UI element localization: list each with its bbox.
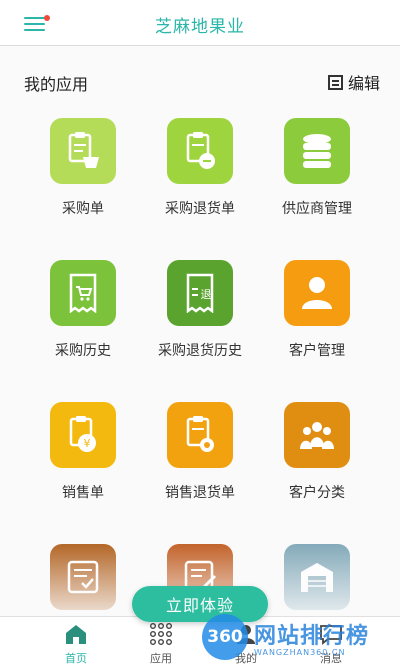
app-tile-customer-category[interactable]: 客户分类 (252, 402, 382, 512)
app-label: 采购退货单 (165, 201, 235, 217)
tab-apps[interactable]: 应用 (121, 617, 201, 666)
tab-label: 首页 (65, 652, 87, 665)
app-header: 芝麻地果业 (0, 0, 400, 46)
app-tile-sales-order[interactable]: ¥ 销售单 (18, 402, 148, 512)
app-label: 销售单 (62, 485, 104, 501)
svg-text:¥: ¥ (84, 437, 91, 450)
app-label: 采购退货历史 (158, 343, 242, 359)
tab-home[interactable]: 首页 (36, 617, 116, 666)
app-tile-sales-return[interactable]: 销售退货单 (135, 402, 265, 512)
app-label: 客户分类 (289, 485, 345, 501)
clipboard-return-icon (167, 402, 233, 468)
edit-label: 编辑 (347, 74, 380, 93)
app-label: 销售退货单 (165, 485, 235, 501)
app-tile-purchase-history[interactable]: 采购历史 (18, 260, 148, 370)
edit-icon (327, 74, 343, 90)
app-tile-customer-management[interactable]: 客户管理 (252, 260, 382, 370)
watermark-badge: 360 (202, 614, 248, 660)
app-tile-purchase-return-history[interactable]: 退 采购退货历史 (135, 260, 265, 370)
receipt-cart-icon (50, 260, 116, 326)
section-title: 我的应用 (24, 75, 89, 94)
svg-text:退: 退 (201, 288, 212, 301)
clipboard-coin-icon (167, 118, 233, 184)
watermark-text: 网站排行榜 (254, 624, 370, 649)
home-icon (66, 625, 86, 644)
app-label: 采购单 (62, 201, 104, 217)
tab-label: 应用 (150, 652, 172, 665)
app-label: 客户管理 (289, 343, 345, 359)
database-icon (284, 118, 350, 184)
receipt-return-icon: 退 (167, 260, 233, 326)
app-tile-purchase-order[interactable]: 采购单 (18, 118, 148, 228)
page-title: 芝麻地果业 (155, 17, 245, 37)
clipboard-yen-icon: ¥ (50, 402, 116, 468)
watermark-subtext: WANGZHAN360.CN (254, 648, 346, 657)
grid-dots-icon (150, 623, 173, 645)
group-icon (284, 402, 350, 468)
site-watermark: 360 网站排行榜 WANGZHAN360.CN (200, 612, 400, 666)
app-tile-purchase-return[interactable]: 采购退货单 (135, 118, 265, 228)
edit-button[interactable]: 编辑 (327, 70, 380, 94)
clipboard-basket-icon (50, 118, 116, 184)
person-icon (284, 260, 350, 326)
app-label: 供应商管理 (282, 201, 352, 217)
app-label: 采购历史 (55, 343, 111, 359)
app-tile-supplier-management[interactable]: 供应商管理 (252, 118, 382, 228)
